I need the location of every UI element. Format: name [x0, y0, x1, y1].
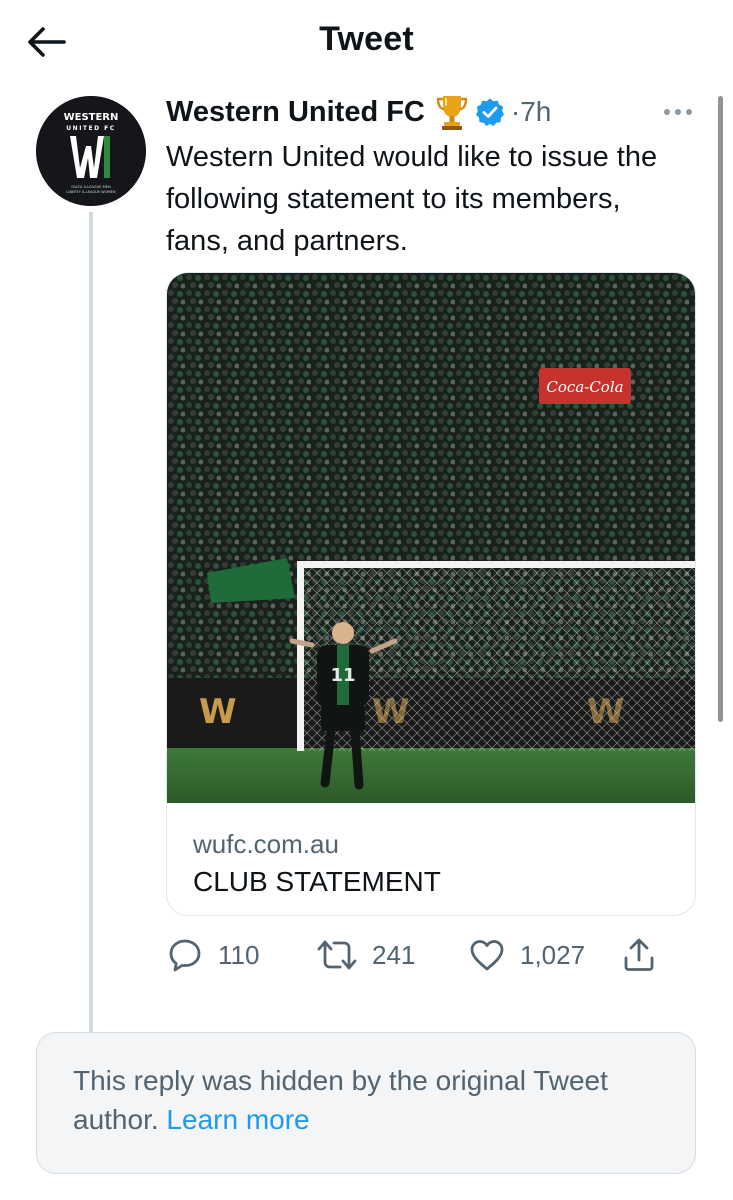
tweet-time[interactable]: ·7h [511, 96, 551, 128]
page-title: Tweet [319, 20, 414, 58]
card-domain: wufc.com.au [193, 829, 339, 859]
heart-icon [470, 940, 504, 971]
card-image: Coca-Cola W W W 11 [167, 273, 695, 803]
thread-line [89, 212, 93, 1032]
author-name[interactable]: Western United FC [166, 96, 425, 129]
verified-badge-icon [475, 98, 504, 127]
link-card[interactable]: Coca-Cola W W W 11 wufc.com.au CLUB STAT… [166, 272, 696, 916]
retweet-button[interactable]: 241 [316, 932, 415, 978]
dot-icon [664, 109, 670, 115]
reply-button[interactable]: 110 [166, 932, 259, 978]
trophy-icon [436, 96, 468, 130]
time-label: 7h [520, 96, 552, 127]
like-button[interactable]: 1,027 [468, 932, 585, 978]
player-number: 11 [330, 665, 355, 686]
svg-text:W: W [199, 692, 237, 732]
retweet-icon [317, 940, 357, 970]
like-count: 1,027 [520, 939, 586, 970]
logo-subline1: ISUZU A-LEAGUE MEN [71, 185, 111, 189]
share-icon [624, 938, 654, 971]
retweet-count: 241 [372, 939, 416, 970]
card-title: CLUB STATEMENT [193, 866, 441, 897]
dot-icon [686, 109, 692, 115]
learn-more-link[interactable]: Learn more [166, 1104, 309, 1135]
separator: · [510, 96, 521, 127]
avatar[interactable]: WESTERN UNITED FC ISUZU A-LEAGUE MEN LIB… [36, 96, 146, 206]
reply-count: 110 [218, 939, 260, 970]
logo-line2: UNITED FC [66, 125, 115, 132]
ad-board-text: Coca-Cola [546, 378, 623, 396]
tweet-text: Western United would like to issue the f… [166, 141, 658, 257]
dot-icon [675, 109, 681, 115]
top-bar: Tweet [0, 0, 733, 84]
reply-icon [169, 939, 201, 972]
logo-subline2: LIBERTY A-LEAGUE WOMEN [66, 190, 115, 194]
logo-line1: WESTERN [64, 112, 119, 123]
share-button[interactable] [620, 932, 658, 978]
tweet-header: Western United FC ·7h [166, 92, 551, 132]
more-options-button[interactable] [658, 102, 698, 122]
hidden-reply-message: This reply was hidden by the original Tw… [73, 1065, 608, 1135]
tweet-actions: 110 241 1,027 [166, 932, 706, 978]
scrollbar[interactable] [718, 96, 723, 722]
hidden-reply-text: This reply was hidden by the original Tw… [73, 1061, 673, 1139]
hidden-reply-notice: This reply was hidden by the original Tw… [36, 1032, 696, 1174]
club-logo: WESTERN UNITED FC ISUZU A-LEAGUE MEN LIB… [36, 96, 146, 206]
